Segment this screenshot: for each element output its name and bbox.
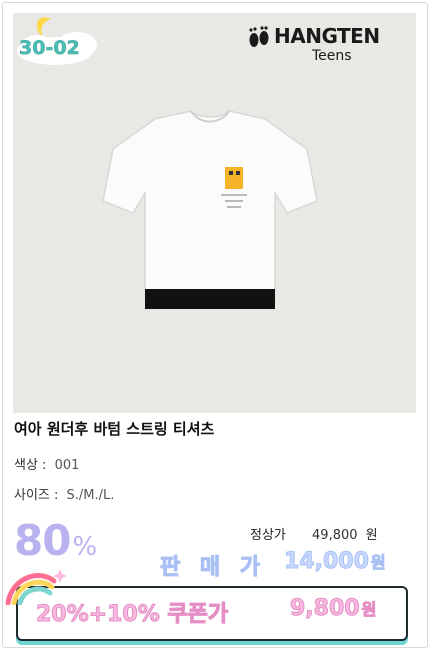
rainbow-icon [5, 569, 67, 605]
regular-price: 정상가 49,800 원 [250, 524, 378, 543]
brand-logo: HANGTEN Teens [246, 19, 406, 69]
regular-amount: 49,800 [312, 528, 358, 543]
tshirt-image [102, 110, 318, 309]
product-image[interactable]: 30-02 HANGTEN Teens [13, 13, 416, 413]
sale-label: 판 매 가 [159, 555, 267, 581]
coupon-price-box[interactable]: 20%+10% 쿠폰가 9,800 원 [16, 586, 408, 641]
regular-label: 정상가 [250, 528, 286, 543]
color-label: 색상 : [14, 458, 47, 473]
coupon-amount: 9,800 [290, 596, 361, 622]
discount-unit: % [72, 532, 97, 562]
coupon-currency: 원 [361, 600, 377, 620]
regular-currency: 원 [365, 528, 378, 543]
badge-code: 30-02 [19, 37, 80, 60]
discount-value: 80 [14, 516, 71, 565]
size-label: 사이즈 : [14, 488, 59, 503]
sale-amount: 14,000 [284, 549, 370, 575]
size-row: 사이즈 : S./M./L. [14, 484, 114, 503]
color-value: 001 [54, 458, 80, 473]
brand-sub: Teens [312, 48, 352, 64]
discount-rate: 80% [14, 516, 97, 565]
sale-currency: 원 [370, 553, 386, 573]
brand-name: HANGTEN [274, 24, 380, 48]
color-row: 색상 : 001 [14, 454, 79, 473]
night-badge: 30-02 [15, 15, 125, 77]
product-title[interactable]: 여아 원더후 바텀 스트링 티셔츠 [14, 418, 214, 439]
size-value: S./M./L. [66, 488, 115, 503]
coupon-amount-group: 9,800 원 [290, 596, 377, 622]
sale-amount-group: 14,000 원 [284, 549, 387, 575]
footprint-icon [249, 26, 269, 47]
